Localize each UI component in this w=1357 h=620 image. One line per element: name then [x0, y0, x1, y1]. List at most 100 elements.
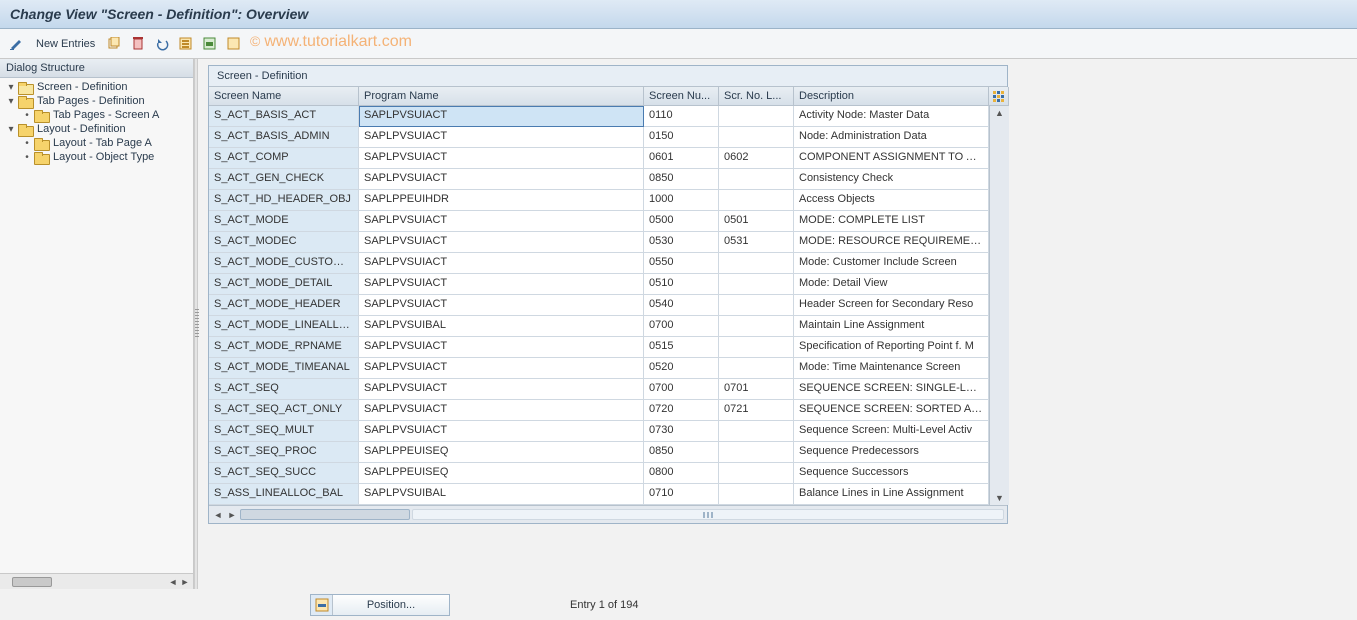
new-entries-button[interactable]: New Entries — [32, 38, 99, 50]
cell-program-name[interactable]: SAPLPVSUIACT — [359, 358, 644, 379]
expand-icon[interactable]: ▾ — [6, 82, 16, 93]
cell-program-name[interactable]: SAPLPVSUIBAL — [359, 484, 644, 505]
tree-item[interactable]: •Layout - Object Type — [0, 150, 193, 164]
cell-program-name[interactable]: SAPLPVSUIBAL — [359, 316, 644, 337]
select-all-icon[interactable] — [177, 35, 195, 53]
cell-description[interactable]: COMPONENT ASSIGNMENT TO ACT — [794, 148, 989, 169]
cell-screen-name[interactable]: S_ACT_MODE_RPNAME — [209, 337, 359, 358]
cell-program-name[interactable]: SAPLPVSUIACT — [359, 274, 644, 295]
cell-screen-name[interactable]: S_ACT_MODE_DETAIL — [209, 274, 359, 295]
cell-screen-number[interactable]: 0150 — [644, 127, 719, 148]
cell-screen-name[interactable]: S_ACT_SEQ — [209, 379, 359, 400]
cell-description[interactable]: Specification of Reporting Point f. M — [794, 337, 989, 358]
tree-item[interactable]: ▾Tab Pages - Definition — [0, 94, 193, 108]
scroll-left-icon[interactable]: ◄ — [212, 509, 224, 521]
tree-item[interactable]: •Layout - Tab Page A — [0, 136, 193, 150]
cell-screen-number[interactable]: 1000 — [644, 190, 719, 211]
cell-description[interactable]: Balance Lines in Line Assignment — [794, 484, 989, 505]
tree-item[interactable]: •Tab Pages - Screen A — [0, 108, 193, 122]
cell-description[interactable]: Access Objects — [794, 190, 989, 211]
cell-program-name[interactable]: SAPLPVSUIACT — [359, 106, 644, 127]
cell-screen-number[interactable]: 0510 — [644, 274, 719, 295]
cell-screen-number[interactable]: 0500 — [644, 211, 719, 232]
cell-program-name[interactable]: SAPLPVSUIACT — [359, 127, 644, 148]
cell-description[interactable]: Mode: Time Maintenance Screen — [794, 358, 989, 379]
cell-program-name[interactable]: SAPLPVSUIACT — [359, 148, 644, 169]
cell-description[interactable]: MODE: RESOURCE REQUIREMENTS — [794, 232, 989, 253]
copy-icon[interactable] — [105, 35, 123, 53]
cell-description[interactable]: Maintain Line Assignment — [794, 316, 989, 337]
cell-screen-number[interactable]: 0700 — [644, 379, 719, 400]
cell-screen-name[interactable]: S_ACT_COMP — [209, 148, 359, 169]
cell-scr-no-long[interactable]: 0531 — [719, 232, 794, 253]
select-block-icon[interactable] — [201, 35, 219, 53]
scroll-left-icon[interactable]: ◄ — [167, 576, 179, 588]
cell-screen-number[interactable]: 0540 — [644, 295, 719, 316]
cell-program-name[interactable]: SAPLPVSUIACT — [359, 337, 644, 358]
cell-screen-name[interactable]: S_ACT_SEQ_MULT — [209, 421, 359, 442]
cell-screen-number[interactable]: 0530 — [644, 232, 719, 253]
cell-scr-no-long[interactable] — [719, 274, 794, 295]
tree-item[interactable]: ▾Screen - Definition — [0, 80, 193, 94]
cell-program-name[interactable]: SAPLPVSUIACT — [359, 379, 644, 400]
cell-scr-no-long[interactable] — [719, 169, 794, 190]
cell-scr-no-long[interactable] — [719, 337, 794, 358]
cell-scr-no-long[interactable] — [719, 463, 794, 484]
cell-screen-number[interactable]: 0601 — [644, 148, 719, 169]
cell-description[interactable]: MODE: COMPLETE LIST — [794, 211, 989, 232]
cell-description[interactable]: Sequence Successors — [794, 463, 989, 484]
cell-screen-number[interactable]: 0710 — [644, 484, 719, 505]
scroll-up-icon[interactable]: ▲ — [995, 108, 1004, 118]
tree-horizontal-scrollbar[interactable]: ◄ ► — [0, 573, 193, 589]
cell-screen-name[interactable]: S_ACT_MODE_CUSTOMER — [209, 253, 359, 274]
cell-screen-name[interactable]: S_ACT_BASIS_ADMIN — [209, 127, 359, 148]
cell-scr-no-long[interactable] — [719, 190, 794, 211]
cell-description[interactable]: SEQUENCE SCREEN: SORTED ACTI — [794, 400, 989, 421]
cell-screen-number[interactable]: 0520 — [644, 358, 719, 379]
cell-description[interactable]: Node: Administration Data — [794, 127, 989, 148]
cell-screen-name[interactable]: S_ACT_MODE_LINEALLOC — [209, 316, 359, 337]
cell-scr-no-long[interactable] — [719, 106, 794, 127]
column-header-description[interactable]: Description — [794, 87, 989, 106]
column-header-scr-no-long[interactable]: Scr. No. L... — [719, 87, 794, 106]
cell-program-name[interactable]: SAPLPVSUIACT — [359, 295, 644, 316]
cell-program-name[interactable]: SAPLPVSUIACT — [359, 211, 644, 232]
grid-horizontal-scrollbar[interactable]: ◄ ► — [209, 505, 1007, 523]
cell-scr-no-long[interactable] — [719, 295, 794, 316]
expand-icon[interactable]: ▾ — [6, 96, 16, 107]
cell-description[interactable]: Activity Node: Master Data — [794, 106, 989, 127]
cell-scr-no-long[interactable]: 0602 — [719, 148, 794, 169]
cell-program-name[interactable]: SAPLPVSUIACT — [359, 169, 644, 190]
cell-program-name[interactable]: SAPLPVSUIACT — [359, 232, 644, 253]
cell-screen-name[interactable]: S_ACT_MODE_HEADER — [209, 295, 359, 316]
cell-screen-name[interactable]: S_ASS_LINEALLOC_BAL — [209, 484, 359, 505]
cell-description[interactable]: Header Screen for Secondary Reso — [794, 295, 989, 316]
cell-screen-name[interactable]: S_ACT_SEQ_SUCC — [209, 463, 359, 484]
cell-screen-number[interactable]: 0700 — [644, 316, 719, 337]
cell-screen-name[interactable]: S_ACT_SEQ_ACT_ONLY — [209, 400, 359, 421]
toggle-display-change-icon[interactable] — [8, 35, 26, 53]
cell-scr-no-long[interactable]: 0721 — [719, 400, 794, 421]
undo-icon[interactable] — [153, 35, 171, 53]
cell-scr-no-long[interactable] — [719, 358, 794, 379]
scroll-right-icon[interactable]: ► — [179, 576, 191, 588]
position-button[interactable]: Position... — [310, 594, 450, 616]
cell-scr-no-long[interactable] — [719, 421, 794, 442]
cell-screen-name[interactable]: S_ACT_MODEC — [209, 232, 359, 253]
tree-item[interactable]: ▾Layout - Definition — [0, 122, 193, 136]
cell-screen-name[interactable]: S_ACT_HD_HEADER_OBJ — [209, 190, 359, 211]
cell-screen-name[interactable]: S_ACT_MODE_TIMEANAL — [209, 358, 359, 379]
cell-scr-no-long[interactable]: 0501 — [719, 211, 794, 232]
cell-description[interactable]: Sequence Screen: Multi-Level Activ — [794, 421, 989, 442]
grid-vertical-scrollbar[interactable]: ▲▼ — [989, 106, 1009, 505]
delete-icon[interactable] — [129, 35, 147, 53]
column-header-screen-name[interactable]: Screen Name — [209, 87, 359, 106]
cell-scr-no-long[interactable] — [719, 127, 794, 148]
cell-scr-no-long[interactable] — [719, 253, 794, 274]
cell-screen-name[interactable]: S_ACT_BASIS_ACT — [209, 106, 359, 127]
cell-program-name[interactable]: SAPLPPEUISEQ — [359, 463, 644, 484]
cell-description[interactable]: Mode: Customer Include Screen — [794, 253, 989, 274]
scroll-right-icon[interactable]: ► — [226, 509, 238, 521]
cell-description[interactable]: Sequence Predecessors — [794, 442, 989, 463]
cell-screen-name[interactable]: S_ACT_MODE — [209, 211, 359, 232]
